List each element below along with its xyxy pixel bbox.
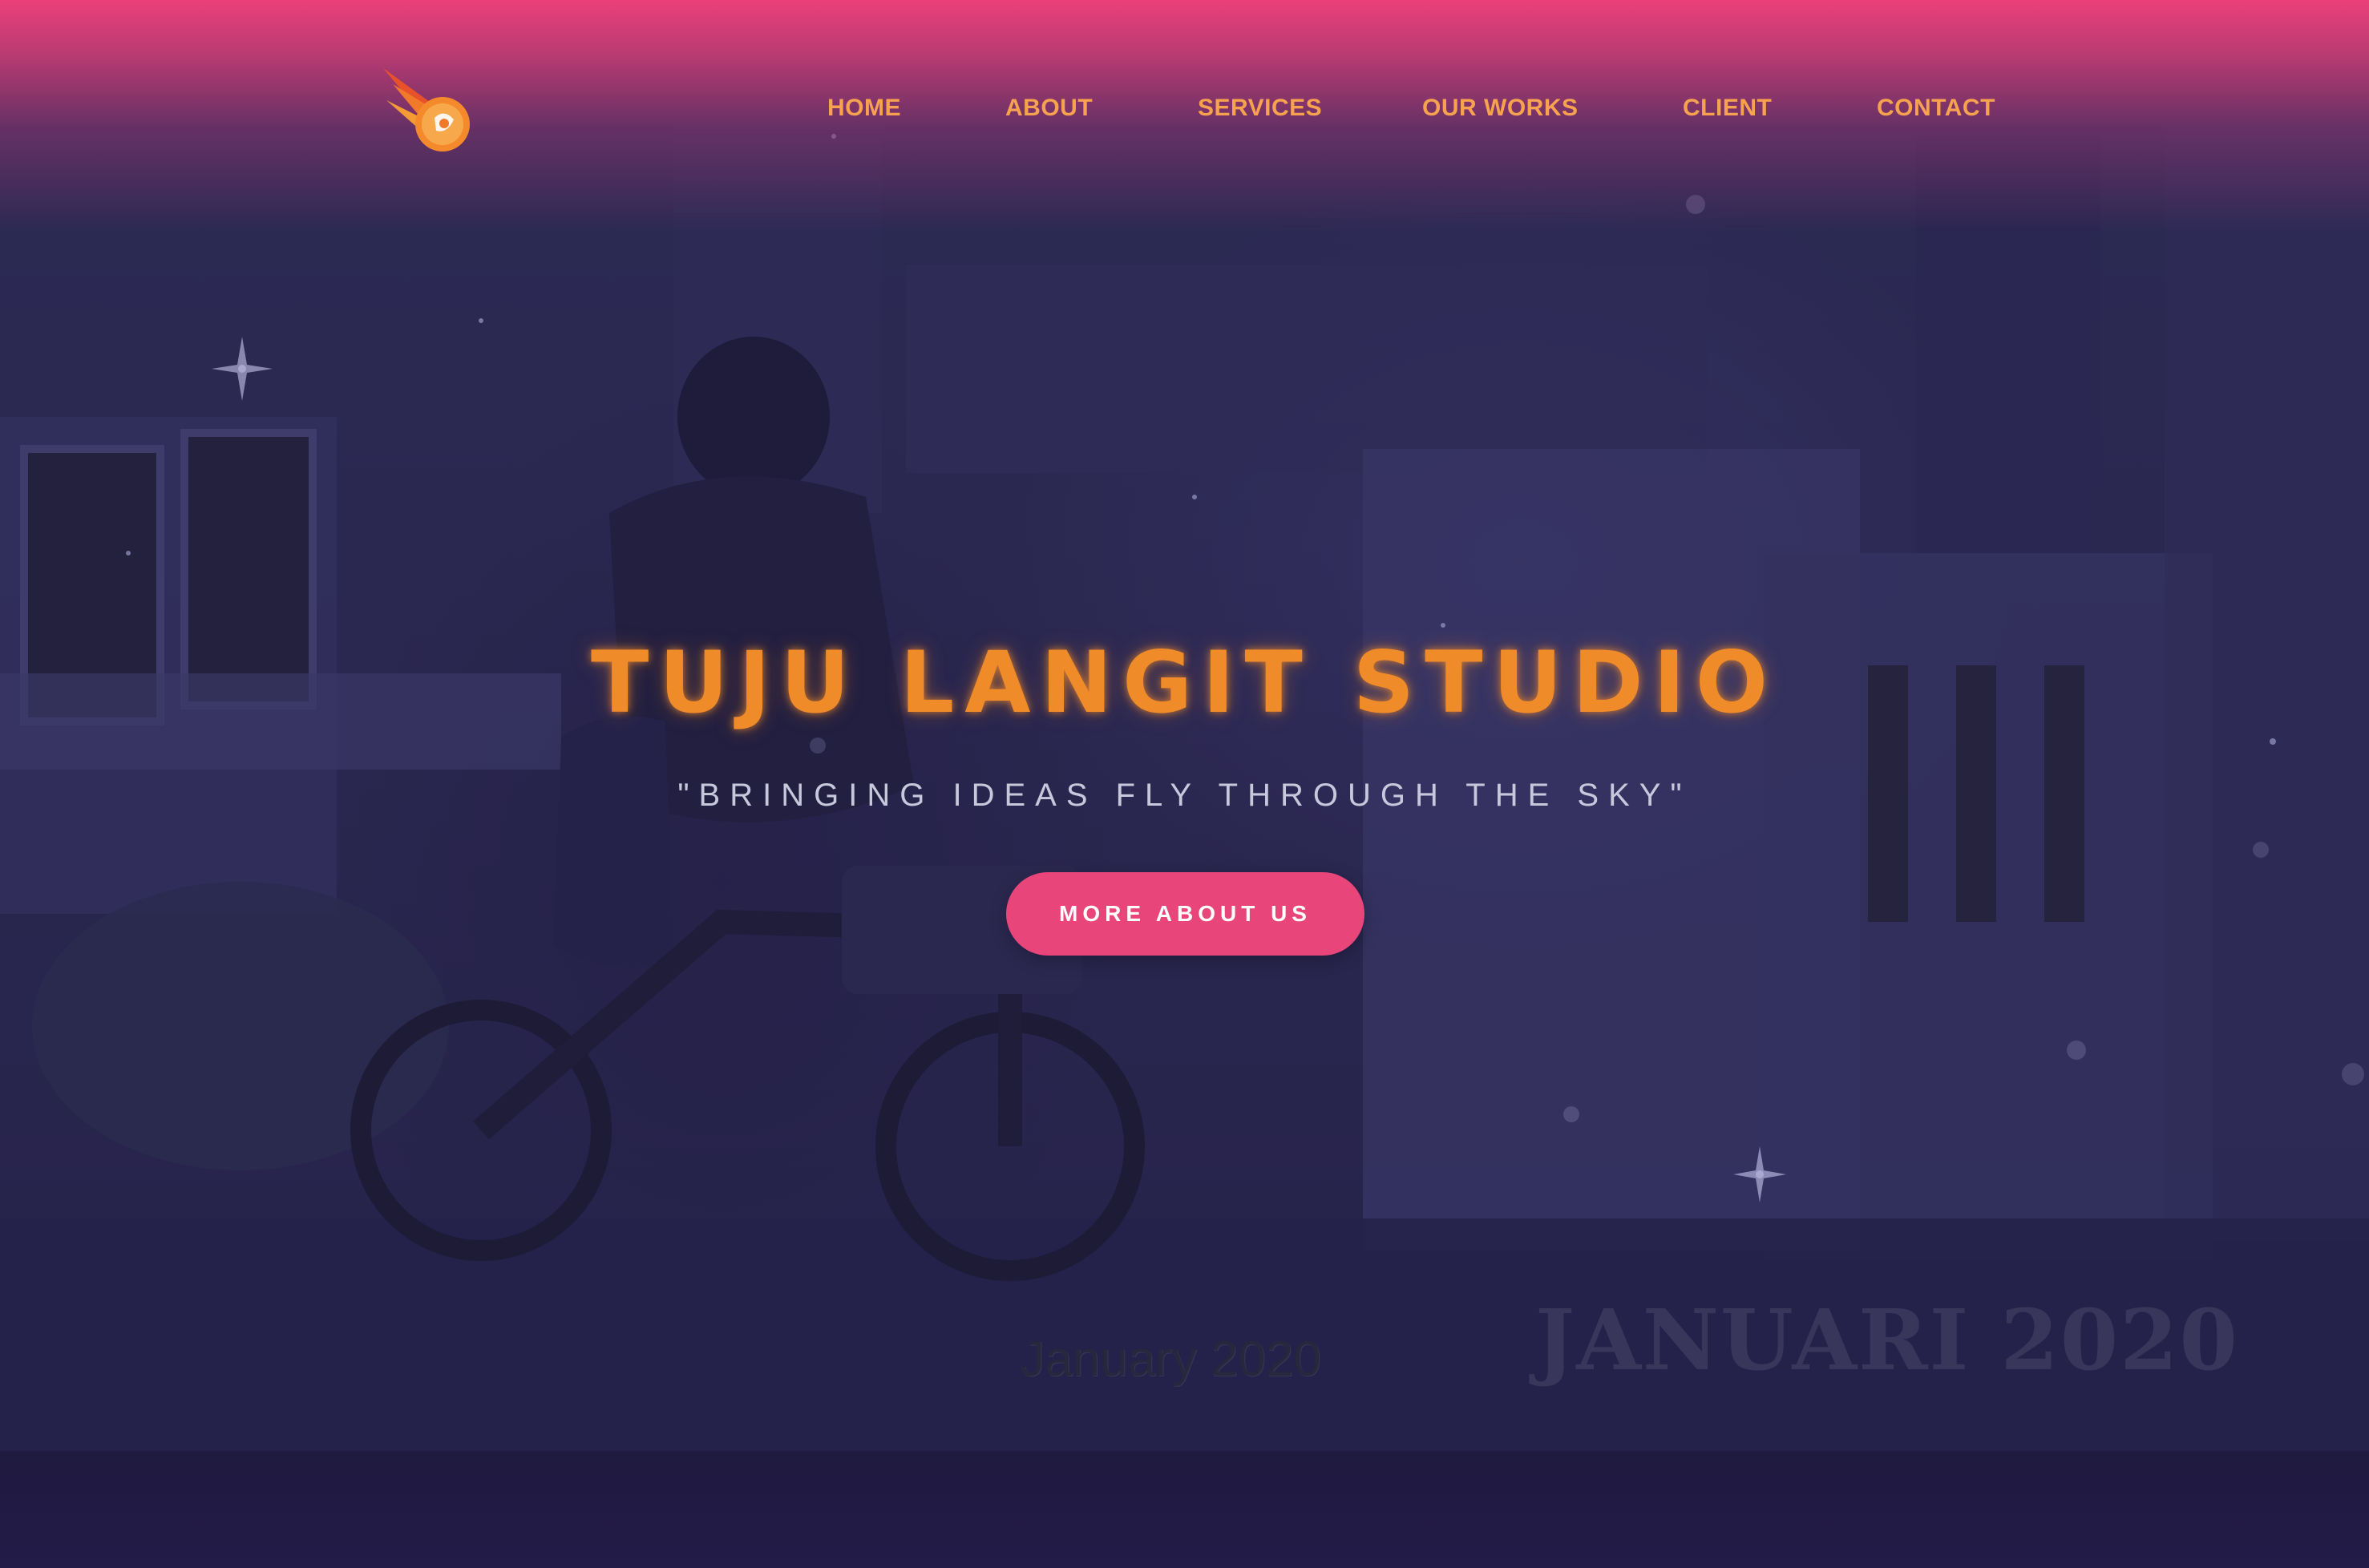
nav-item-services[interactable]: SERVICES [1198, 95, 1322, 122]
hero-tagline: "BRINGING IDEAS FLY THROUGH THE SKY" [677, 778, 1692, 813]
photo-date-stamp-small: January 2020 [1020, 1332, 1321, 1387]
nav-item-client[interactable]: CLIENT [1683, 95, 1772, 122]
more-about-us-button[interactable]: MORE ABOUT US [1006, 872, 1364, 956]
next-section-band [0, 1451, 2369, 1568]
hero-title: TUJU LANGIT STUDIO [590, 633, 1778, 732]
photo-date-stamp-large: JANUARI 2020 [1535, 1291, 2239, 1389]
nav-item-our-works[interactable]: OUR WORKS [1422, 95, 1579, 122]
main-navigation: HOME ABOUT SERVICES OUR WORKS CLIENT CON… [0, 95, 2369, 135]
nav-item-home[interactable]: HOME [827, 95, 901, 122]
nav-item-contact[interactable]: CONTACT [1877, 95, 1995, 122]
nav-item-about[interactable]: ABOUT [1005, 95, 1093, 122]
hero-section: HOME ABOUT SERVICES OUR WORKS CLIENT CON… [0, 0, 2369, 1451]
